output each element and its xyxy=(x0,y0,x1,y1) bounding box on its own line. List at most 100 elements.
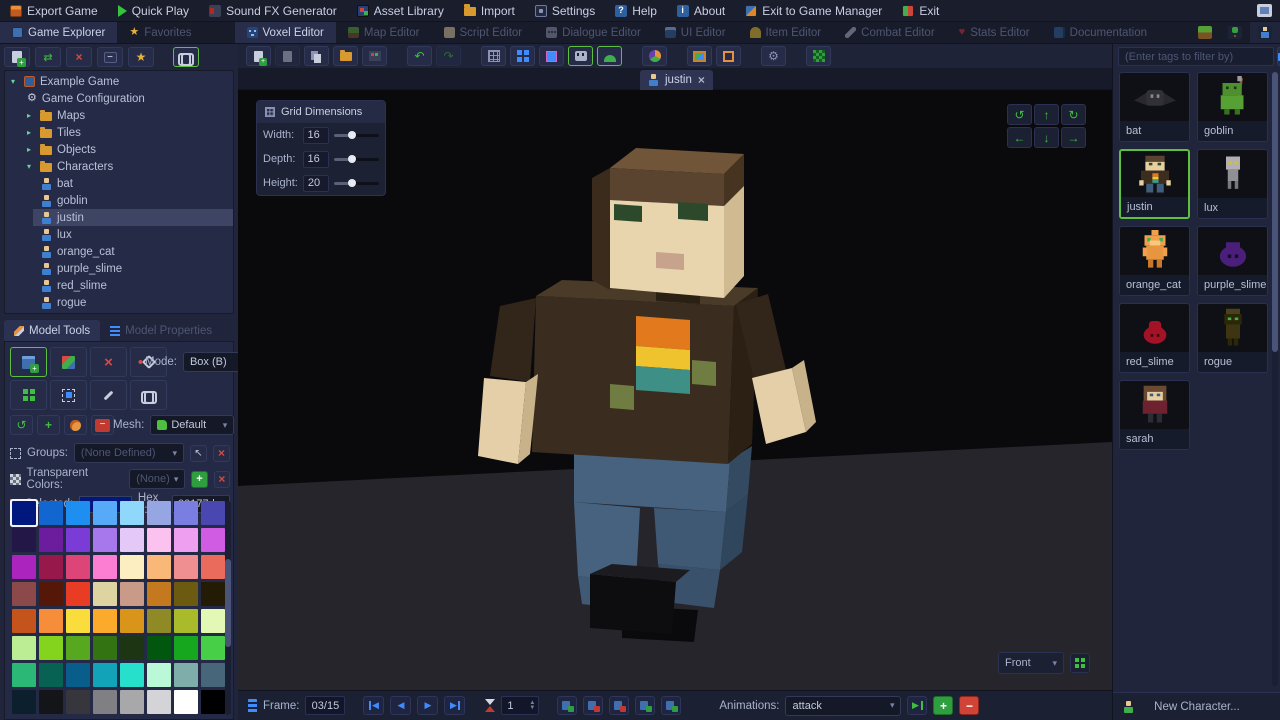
first-frame-button[interactable]: ◀ xyxy=(363,696,384,715)
palette-tool[interactable] xyxy=(64,415,87,435)
palette-swatch[interactable] xyxy=(174,528,198,552)
fit-view-button[interactable] xyxy=(1070,653,1090,673)
document-tab-justin[interactable]: justin × xyxy=(640,70,713,90)
tab-documentation[interactable]: Documentation xyxy=(1042,22,1159,43)
scrollbar-thumb[interactable] xyxy=(1272,72,1278,352)
chevron-down-icon[interactable]: ▾ xyxy=(11,77,19,86)
palette-swatch[interactable] xyxy=(120,663,144,687)
card-lux[interactable]: lux xyxy=(1197,149,1268,219)
onion-skin-button[interactable] xyxy=(583,696,603,715)
groups-dropdown[interactable]: (None Defined)▾ xyxy=(74,443,184,463)
palette-swatch[interactable] xyxy=(120,636,144,660)
add-voxel-tool[interactable] xyxy=(10,347,47,377)
palette-swatch[interactable] xyxy=(147,555,171,579)
tag-filter-input[interactable] xyxy=(1118,47,1274,66)
expand-tool[interactable] xyxy=(10,380,47,410)
library-tab-objects[interactable] xyxy=(1220,22,1250,43)
palette-swatch[interactable] xyxy=(201,582,225,606)
menu-help[interactable]: Help xyxy=(615,4,657,18)
move-tool[interactable]: + xyxy=(37,415,60,435)
palette-swatch[interactable] xyxy=(39,690,63,714)
tilt-up-button[interactable]: ↑ xyxy=(1034,104,1059,125)
menu-quick-play[interactable]: Quick Play xyxy=(118,4,189,18)
tree-item-orange-cat[interactable]: orange_cat xyxy=(5,243,233,260)
palette-scrollbar[interactable] xyxy=(225,501,231,715)
chevron-right-icon[interactable]: ▸ xyxy=(27,128,35,137)
remove-asset-button[interactable]: − xyxy=(97,47,123,67)
palette-swatch[interactable] xyxy=(147,636,171,660)
new-character-button[interactable]: New Character... xyxy=(1113,692,1280,720)
card-orange-cat[interactable]: orange_cat xyxy=(1119,226,1190,296)
tree-item-purple-slime[interactable]: purple_slime xyxy=(5,260,233,277)
palette-swatch[interactable] xyxy=(93,582,117,606)
delete-asset-button[interactable]: × xyxy=(66,47,92,67)
palette-swatch[interactable] xyxy=(12,501,36,525)
library-scrollbar[interactable] xyxy=(1272,72,1278,686)
palette-swatch[interactable] xyxy=(174,690,198,714)
transparent-delete-button[interactable]: × xyxy=(214,471,230,488)
add-frame-button[interactable] xyxy=(557,696,577,715)
link-tool[interactable] xyxy=(130,380,167,410)
tree-item-game-configuration[interactable]: ⚙Game Configuration xyxy=(5,90,233,107)
pan-right-button[interactable]: → xyxy=(1061,127,1086,148)
height-slider[interactable] xyxy=(334,182,379,185)
pan-left-button[interactable]: ← xyxy=(1007,127,1032,148)
palette-swatch[interactable] xyxy=(147,528,171,552)
delete-voxel-tool[interactable]: × xyxy=(90,347,127,377)
delete-frame-button[interactable] xyxy=(609,696,629,715)
palette-swatch[interactable] xyxy=(120,555,144,579)
palette-swatch[interactable] xyxy=(201,636,225,660)
tab-stats-editor[interactable]: ♥Stats Editor xyxy=(947,22,1042,43)
palette-swatch[interactable] xyxy=(12,609,36,633)
tree-item-characters[interactable]: ▾Characters xyxy=(5,158,233,175)
height-input[interactable] xyxy=(303,175,329,192)
palette-swatch[interactable] xyxy=(93,663,117,687)
palette-swatch[interactable] xyxy=(93,528,117,552)
palette-swatch[interactable] xyxy=(120,501,144,525)
step-input[interactable] xyxy=(502,700,526,712)
tree-item-rogue[interactable]: rogue xyxy=(5,294,233,311)
select-tool[interactable] xyxy=(50,380,87,410)
show-ground-button[interactable] xyxy=(597,46,622,66)
rotate-ccw-button[interactable]: ↺ xyxy=(1007,104,1032,125)
palette-swatch[interactable] xyxy=(12,663,36,687)
mesh-dropdown[interactable]: Default▾ xyxy=(150,415,234,435)
rotate-cw-button[interactable]: ↻ xyxy=(1061,104,1086,125)
palette-swatch[interactable] xyxy=(201,690,225,714)
menu-settings[interactable]: Settings xyxy=(535,4,595,18)
menu-export-game[interactable]: Export Game xyxy=(10,4,98,18)
palette-swatch[interactable] xyxy=(12,582,36,606)
palette-swatch[interactable] xyxy=(201,555,225,579)
palette-swatch[interactable] xyxy=(12,636,36,660)
tab-item-editor[interactable]: Item Editor xyxy=(738,22,834,43)
tree-item-justin[interactable]: justin xyxy=(33,209,233,226)
menu-exit[interactable]: Exit xyxy=(902,4,939,18)
palette-swatch[interactable] xyxy=(93,636,117,660)
tab-dialogue-editor[interactable]: Dialogue Editor xyxy=(534,22,653,43)
delete-animation-button[interactable]: − xyxy=(959,696,979,715)
card-sarah[interactable]: sarah xyxy=(1119,380,1190,450)
palette-swatch[interactable] xyxy=(93,501,117,525)
depth-slider[interactable] xyxy=(334,158,379,161)
group-pick-button[interactable]: ↖ xyxy=(190,445,207,462)
menu-asset-library[interactable]: Asset Library xyxy=(357,4,444,18)
palette-swatch[interactable] xyxy=(66,663,90,687)
menu-import[interactable]: Import xyxy=(464,4,515,18)
tab-favorites[interactable]: ★Favorites xyxy=(117,22,203,43)
scrollbar-thumb[interactable] xyxy=(225,559,231,647)
palette-swatch[interactable] xyxy=(120,528,144,552)
view-direction-dropdown[interactable]: Front▾ xyxy=(998,652,1064,674)
save-model-button[interactable] xyxy=(275,46,300,66)
slider-knob[interactable] xyxy=(348,131,356,139)
frame-view-button[interactable] xyxy=(539,46,564,66)
palette-swatch[interactable] xyxy=(93,690,117,714)
last-frame-button[interactable]: ▶ xyxy=(444,696,465,715)
tab-map-editor[interactable]: Map Editor xyxy=(336,22,432,43)
background-image-button[interactable] xyxy=(687,46,712,66)
palette-swatch[interactable] xyxy=(39,501,63,525)
palette-swatch[interactable] xyxy=(12,555,36,579)
grid-toggle-button[interactable] xyxy=(481,46,506,66)
eyedropper-tool[interactable] xyxy=(90,380,127,410)
undo-button[interactable]: ↶ xyxy=(407,46,432,66)
chevron-right-icon[interactable]: ▸ xyxy=(27,145,35,154)
